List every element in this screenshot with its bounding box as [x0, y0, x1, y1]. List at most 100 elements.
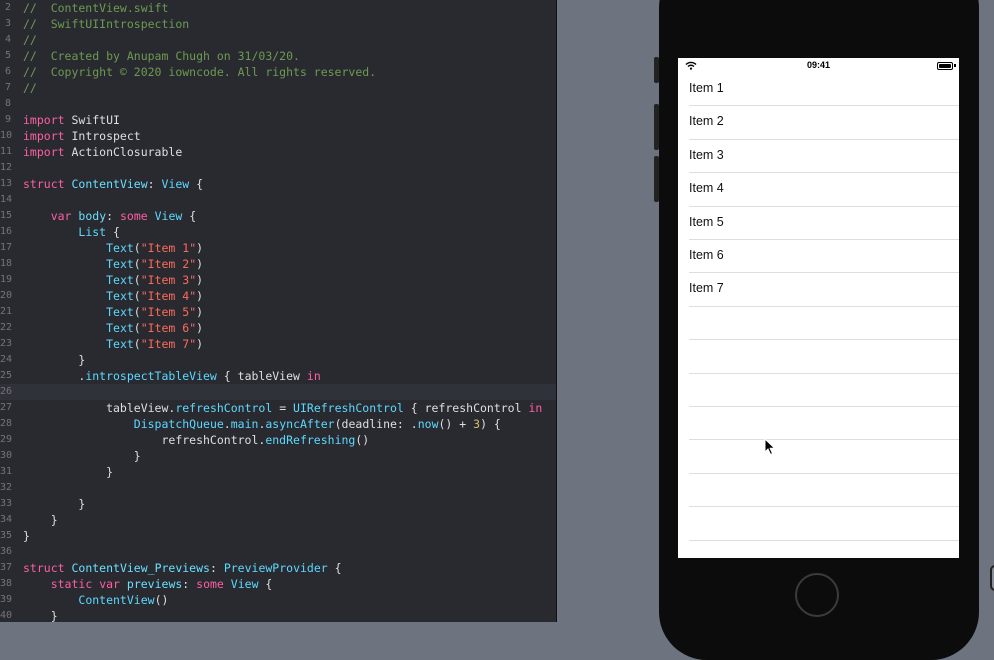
line-number: 36 — [0, 546, 13, 557]
code-token: ) — [196, 241, 204, 255]
code-token: in — [528, 401, 543, 415]
code-line[interactable]: 30 } — [0, 448, 556, 464]
code-text: Text("Item 2") — [23, 256, 203, 272]
code-token: } — [23, 465, 114, 479]
code-line[interactable]: 23 Text("Item 7") — [0, 336, 556, 352]
code-line[interactable]: 11 import ActionClosurable — [0, 144, 556, 160]
line-number: 40 — [0, 610, 13, 621]
code-token: // — [23, 81, 37, 95]
code-token: ) { — [480, 417, 501, 431]
code-line[interactable]: 10 import Introspect — [0, 128, 556, 144]
line-number: 9 — [4, 114, 11, 125]
list-item-label: Item 4 — [689, 181, 724, 196]
code-text: // Copyright © 2020 iowncode. All rights… — [23, 64, 376, 80]
code-token: // Copyright © 2020 iowncode. All rights… — [23, 65, 377, 79]
code-line[interactable]: 35} — [0, 528, 556, 544]
code-token: { — [182, 209, 197, 223]
code-line[interactable]: 31 } — [0, 464, 556, 480]
code-line[interactable]: 9 import SwiftUI — [0, 112, 556, 128]
canvas-edge-control[interactable] — [990, 565, 994, 591]
code-line[interactable]: 19 Text("Item 3") — [0, 272, 556, 288]
list-item[interactable]: Item 3 — [678, 140, 959, 174]
code-line[interactable]: 33 } — [0, 496, 556, 512]
code-token: } — [23, 449, 141, 463]
code-line[interactable]: 24 } — [0, 352, 556, 368]
code-line[interactable]: 22 Text("Item 6") — [0, 320, 556, 336]
code-line[interactable]: 36 — [0, 544, 556, 560]
code-line[interactable]: 4 // — [0, 32, 556, 48]
code-text: } — [23, 528, 30, 544]
code-line[interactable]: 34 } — [0, 512, 556, 528]
code-line[interactable]: 32 — [0, 480, 556, 496]
code-line[interactable]: 7 // — [0, 80, 556, 96]
line-number: 32 — [0, 482, 13, 493]
code-line[interactable]: 28 DispatchQueue.main.asyncAfter(deadlin… — [0, 416, 556, 432]
code-text: } — [23, 608, 58, 622]
code-text: var body: some View { — [23, 208, 196, 224]
code-line[interactable]: 6 // Copyright © 2020 iowncode. All right… — [0, 64, 556, 80]
code-token: ( — [133, 241, 141, 255]
code-token: "Item 7" — [140, 337, 197, 351]
list-item[interactable]: Item 4 — [678, 173, 959, 207]
simulator-screen[interactable]: 09:41 Item 1 Item 2 Item 3 Item 4 Item 5 Item… — [678, 58, 959, 558]
code-line[interactable]: 13 struct ContentView: View { — [0, 176, 556, 192]
line-number: 12 — [0, 162, 13, 173]
line-number: 4 — [4, 34, 11, 45]
code-token: PreviewProvider — [223, 561, 328, 575]
code-token: View — [161, 177, 190, 191]
line-number: 2 — [4, 2, 11, 13]
code-line[interactable]: 29 refreshControl.endRefreshing() — [0, 432, 556, 448]
code-line[interactable]: 2 // ContentView.swift — [0, 0, 556, 16]
code-editor[interactable]: 2// ContentView.swift 3// SwiftUIIntrospe… — [0, 0, 556, 622]
code-line[interactable]: 40 } — [0, 608, 556, 622]
code-line[interactable]: 27 tableView.refreshControl = UIRefreshC… — [0, 400, 556, 416]
code-text: List { — [23, 224, 120, 240]
code-line[interactable]: 25 .introspectTableView { tableView in — [0, 368, 556, 384]
line-number: 19 — [0, 274, 13, 285]
code-line[interactable]: 21 Text("Item 5") — [0, 304, 556, 320]
list-item[interactable]: Item 2 — [678, 106, 959, 140]
line-number: 14 — [0, 194, 13, 205]
code-line[interactable]: 3 // SwiftUIIntrospection — [0, 16, 556, 32]
code-token: some — [196, 577, 224, 591]
code-line[interactable]: 5 // Created by Anupam Chugh on 31/03/20. — [0, 48, 556, 64]
code-token: } — [23, 609, 58, 622]
code-token: Text — [106, 289, 134, 303]
code-line[interactable]: 18 Text("Item 2") — [0, 256, 556, 272]
code-line[interactable]: 12 — [0, 160, 556, 176]
line-number: 10 — [0, 130, 13, 141]
code-token: Introspect — [64, 129, 141, 143]
code-token: ) — [196, 257, 204, 271]
code-line[interactable]: 16 List { — [0, 224, 556, 240]
list-item[interactable]: Item 7 — [678, 273, 959, 307]
code-line[interactable]: 15 var body: some View { — [0, 208, 556, 224]
code-token: . — [23, 369, 86, 383]
list-item[interactable]: Item 1 — [678, 73, 959, 107]
code-line[interactable]: 8 — [0, 96, 556, 112]
code-token: body — [78, 209, 107, 223]
code-line[interactable]: 38 static var previews: some View { — [0, 576, 556, 592]
code-token: refreshControl — [175, 401, 273, 415]
list-item[interactable]: Item 6 — [678, 240, 959, 274]
list-item[interactable]: Item 5 — [678, 207, 959, 240]
line-number: 23 — [0, 338, 13, 349]
code-token: ( — [133, 289, 141, 303]
code-token: Text — [106, 273, 134, 287]
mute-switch — [654, 57, 659, 83]
code-line[interactable]: 26 — [0, 384, 556, 400]
line-number: 38 — [0, 578, 13, 589]
code-token: ( — [133, 321, 141, 335]
code-token: "Item 2" — [140, 257, 197, 271]
code-line[interactable]: 37 struct ContentView_Previews: PreviewPr… — [0, 560, 556, 576]
code-line[interactable]: 17 Text("Item 1") — [0, 240, 556, 256]
code-line[interactable]: 39 ContentView() — [0, 592, 556, 608]
code-line[interactable]: 20 Text("Item 4") — [0, 288, 556, 304]
code-line[interactable]: 14 — [0, 192, 556, 208]
home-button[interactable] — [795, 573, 839, 617]
